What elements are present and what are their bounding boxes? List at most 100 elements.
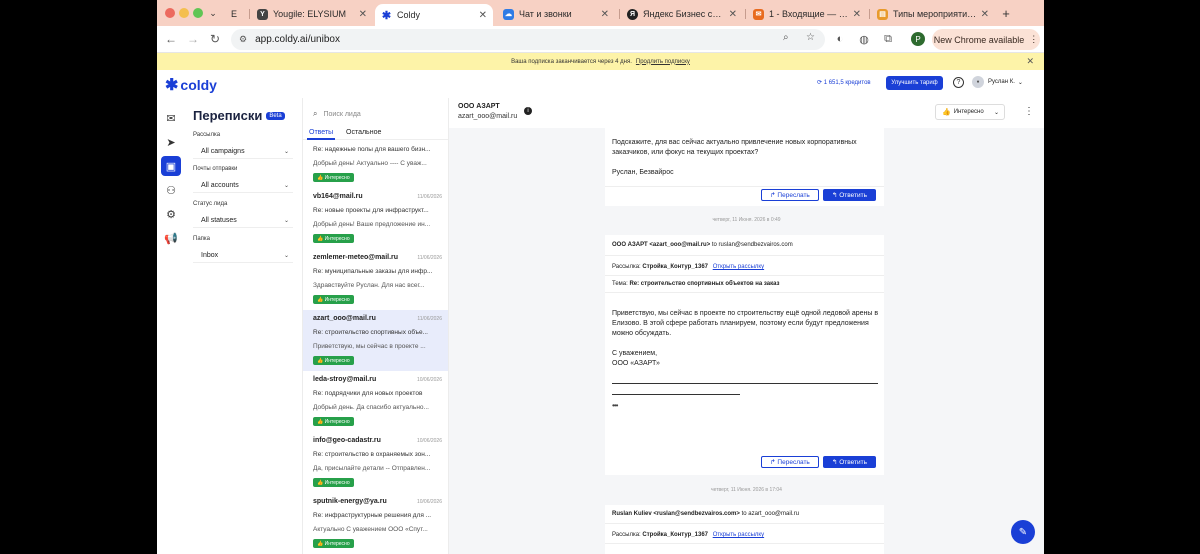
chevron-down-icon: ⌄ (993, 109, 999, 116)
chevron-down-icon: ⌄ (283, 217, 289, 224)
maximize-window-button[interactable] (193, 8, 203, 18)
lead-search[interactable]: ⌕ Поиск лида (313, 109, 361, 119)
site-settings-icon[interactable]: ⚙ (239, 34, 247, 45)
forward-button[interactable]: ↱ Переслать (761, 456, 819, 468)
close-tab-icon[interactable]: ✕ (359, 9, 367, 20)
back-icon[interactable]: ← (163, 31, 179, 47)
bookmark-star-icon[interactable]: ☆ (806, 32, 815, 43)
more-options-icon[interactable]: ⋮ (1024, 106, 1034, 117)
list-item[interactable]: sputnik-energy@ya.ru 10/06/2026 Re: инфр… (303, 493, 448, 554)
item-preview: Добрый день! Актуально ---- С уваж... (313, 160, 427, 167)
reload-icon[interactable]: ↻ (207, 31, 223, 47)
status-badge: 👍 Интересно (313, 234, 354, 243)
mail-icon[interactable]: ✉ (161, 108, 181, 128)
info-icon[interactable]: i (524, 107, 532, 115)
megaphone-icon[interactable]: 📢 (161, 228, 181, 248)
globe-icon[interactable]: ◍ (857, 32, 871, 46)
tab-2[interactable]: ✱ Coldy ✕ (375, 4, 493, 26)
campaign-select[interactable]: All campaigns ⌄ (193, 144, 293, 159)
coldy-logo[interactable]: ✱ coldy (165, 75, 217, 95)
select-value: All campaigns (201, 147, 245, 155)
tab-0[interactable]: E (225, 4, 247, 24)
page-title: Переписки Beta (193, 108, 285, 123)
chat-support-button[interactable]: ✎ (1011, 520, 1035, 544)
puzzle-icon[interactable]: ⧉ (881, 32, 895, 46)
new-tab-button[interactable]: + (997, 4, 1015, 22)
settings-icon[interactable]: ⚙ (161, 204, 181, 224)
item-subject: Re: строительство в охраняемых зон... (313, 451, 431, 458)
list-item[interactable]: zemlemer-meteo@mail.ru 11/06/2026 Re: му… (303, 249, 448, 310)
close-tab-icon[interactable]: ✕ (479, 10, 487, 21)
list-item[interactable]: Re: надежные полы для вашего бизн... Доб… (303, 141, 448, 188)
badge-text: Интересно (324, 174, 350, 181)
forward-button[interactable]: ↱ Переслать (761, 189, 819, 201)
close-tab-icon[interactable]: ✕ (601, 9, 609, 20)
tab-6[interactable]: ▤ Типы мероприятий | ... ✕ (871, 4, 995, 24)
tab-5[interactable]: ✉ 1 - Входящие — Ящик... ✕ (747, 4, 867, 24)
beta-badge: Beta (266, 111, 285, 120)
send-icon[interactable]: ➤ (161, 132, 181, 152)
help-icon[interactable]: ? (953, 77, 964, 88)
message-card: Ruslan Kuliev <ruslan@sendbezvairos.com>… (605, 505, 884, 554)
close-tab-icon[interactable]: ✕ (729, 9, 737, 20)
renew-subscription-link[interactable]: Продлить подписку (636, 59, 690, 65)
user-menu[interactable]: ● Руслан К. ⌄ (972, 76, 1023, 88)
signature-line (612, 383, 878, 384)
tab-strip: ⌄ E Y Yougile: ELYSIUM ✕ ✱ Coldy ✕ ☁ Чат… (157, 0, 1044, 26)
users-icon[interactable]: ⚇ (161, 180, 181, 200)
help-glyph: ? (956, 79, 961, 86)
list-item[interactable]: info@geo-cadastr.ru 10/06/2026 Re: строи… (303, 432, 448, 493)
profile-avatar[interactable]: P (911, 32, 925, 46)
divider (605, 543, 884, 544)
close-banner-icon[interactable]: ✕ (1026, 56, 1034, 67)
message-card: Подскажите, для вас сейчас актуально при… (605, 128, 884, 206)
reply-button[interactable]: ↰ Ответить (823, 189, 876, 201)
list-item-selected[interactable]: azart_ooo@mail.ru 11/06/2026 Re: строите… (303, 310, 448, 371)
close-tab-icon[interactable]: ✕ (853, 9, 861, 20)
body-line-blank (612, 158, 880, 168)
status-select[interactable]: All statuses ⌄ (193, 213, 293, 228)
open-campaign-link[interactable]: Открыть рассылку (713, 264, 764, 270)
tab-other[interactable]: Остальное (346, 129, 381, 136)
tab-title: E (231, 9, 238, 19)
open-campaign-link[interactable]: Открыть рассылку (713, 532, 764, 538)
forward-icon[interactable]: → (185, 31, 201, 47)
list-item[interactable]: vb164@mail.ru 11/06/2026 Re: новые проек… (303, 188, 448, 249)
tab-search-chevron-icon[interactable]: ⌄ (205, 5, 221, 21)
tab-title: Чат и звонки (519, 9, 572, 19)
new-chrome-button[interactable]: New Chrome available ⋮ (932, 29, 1040, 50)
tab-4[interactable]: Я Яндекс Бизнес сам за... ✕ (621, 4, 743, 24)
status-badge: 👍 Интересно (313, 173, 354, 182)
bitrix-icon: ☁ (503, 8, 514, 20)
zoom-icon[interactable]: ⌕ (783, 32, 789, 43)
accounts-select[interactable]: All accounts ⌄ (193, 178, 293, 193)
reply-button[interactable]: ↰ Ответить (823, 456, 876, 468)
upgrade-plan-button[interactable]: Улучшить тариф (886, 76, 943, 90)
close-tab-icon[interactable]: ✕ (981, 9, 989, 20)
tab-3[interactable]: ☁ Чат и звонки ✕ (497, 4, 615, 24)
chevron-down-icon: ⌄ (1017, 79, 1023, 86)
extension-icon[interactable]: ◐ (833, 32, 847, 46)
close-window-button[interactable] (165, 8, 175, 18)
show-quoted-button[interactable]: ••• (612, 401, 618, 410)
browser-window: ⌄ E Y Yougile: ELYSIUM ✕ ✱ Coldy ✕ ☁ Чат… (157, 0, 1044, 554)
folder-select[interactable]: Inbox ⌄ (193, 248, 293, 263)
credits-text: 1 651,5 кредитов (823, 80, 871, 86)
date-separator: четверг, 11 Июня. 2026 в 0:49 (712, 217, 781, 223)
logo-text: coldy (180, 77, 217, 93)
credits-balance[interactable]: ⟳ 1 651,5 кредитов (817, 79, 871, 86)
tab-title: Яндекс Бизнес сам за... (643, 9, 725, 19)
minimize-window-button[interactable] (179, 8, 189, 18)
tab-title: 1 - Входящие — Ящик... (769, 9, 849, 19)
tab-replies[interactable]: Ответы (309, 129, 333, 136)
address-bar[interactable]: ⚙ app.coldy.ai/unibox ⌕ ☆ (231, 29, 825, 50)
item-date: 11/06/2026 (417, 316, 442, 322)
yandex-icon: Я (627, 8, 638, 20)
list-item[interactable]: leda-stroy@mail.ru 10/06/2026 Re: подряд… (303, 371, 448, 432)
badge-text: Интересно (324, 479, 350, 486)
badge-text: Интересно (324, 235, 350, 242)
lead-status-select[interactable]: 👍 Интересно ⌄ (935, 104, 1005, 120)
inbox-icon[interactable]: ▣ (161, 156, 181, 176)
tab-1[interactable]: Y Yougile: ELYSIUM ✕ (251, 4, 373, 24)
divider (605, 255, 884, 256)
